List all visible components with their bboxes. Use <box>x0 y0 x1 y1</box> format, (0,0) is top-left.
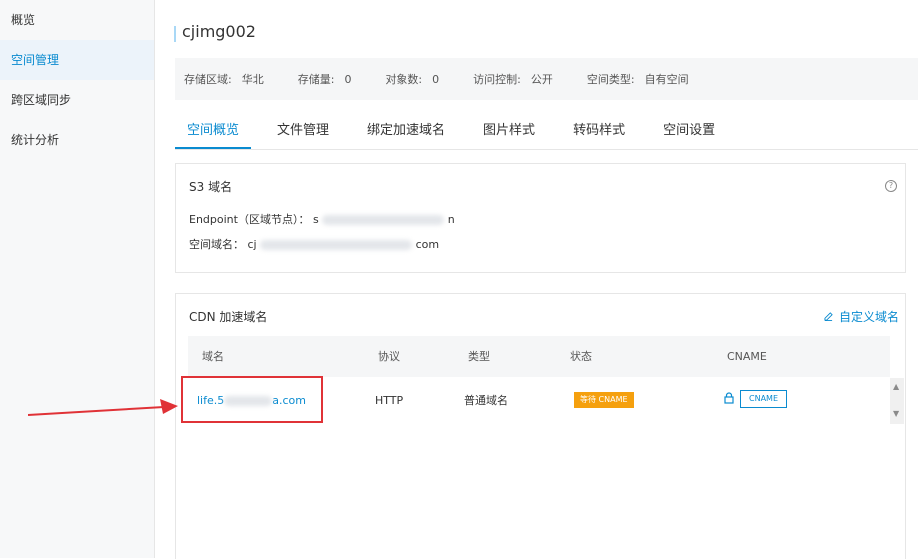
bucket-domain-label: 空间域名： <box>189 238 244 251</box>
cdn-table-header: 域名 协议 类型 状态 CNAME <box>188 336 890 377</box>
info-access-control: 访问控制: 公开 <box>473 73 553 86</box>
tab-bar: 空间概览 文件管理 绑定加速域名 图片样式 转码样式 空间设置 <box>175 113 918 150</box>
sidebar: 概览 空间管理 跨区域同步 统计分析 <box>0 0 155 558</box>
bucket-name: cjimg002 <box>182 22 256 41</box>
scroll-down-icon[interactable]: ▼ <box>893 410 899 418</box>
info-bucket-type: 空间类型: 自有空间 <box>586 73 689 86</box>
tab-bind-domain[interactable]: 绑定加速域名 <box>355 113 457 148</box>
bucket-domain-row: 空间域名： cj com <box>189 236 439 252</box>
title-accent-bar <box>174 26 176 42</box>
endpoint-row: Endpoint（区域节点）： s n <box>189 211 455 227</box>
sidebar-item-bucket-management[interactable]: 空间管理 <box>0 40 154 80</box>
tab-transcode-style[interactable]: 转码样式 <box>561 113 637 148</box>
info-region: 存储区域: 华北 <box>184 73 264 86</box>
s3-domain-panel: S3 域名 ? Endpoint（区域节点）： s n 空间域名： cj com <box>175 163 906 273</box>
endpoint-prefix: s <box>312 213 319 226</box>
endpoint-label: Endpoint（区域节点）： <box>189 213 310 226</box>
lock-icon[interactable] <box>724 392 734 404</box>
tab-overview[interactable]: 空间概览 <box>175 113 252 149</box>
bucket-domain-suffix: com <box>415 238 440 251</box>
info-storage: 存储量: 0 <box>297 73 352 86</box>
s3-panel-title: S3 域名 <box>189 180 233 194</box>
tab-image-style[interactable]: 图片样式 <box>471 113 547 148</box>
info-objects: 对象数: 0 <box>385 73 440 86</box>
column-header-domain: 域名 <box>202 350 224 363</box>
main-content: cjimg002 存储区域: 华北 存储量: 0 对象数: 0 访问控制: 公开 空间类… <box>155 0 920 559</box>
column-header-status: 状态 <box>570 350 592 363</box>
redacted-blur <box>260 240 413 250</box>
cname-button[interactable]: CNAME <box>740 390 787 408</box>
bucket-info-bar: 存储区域: 华北 存储量: 0 对象数: 0 访问控制: 公开 空间类型: 自有空间 <box>175 58 918 100</box>
edit-icon <box>824 312 833 321</box>
annotation-arrow-icon <box>28 399 178 416</box>
help-icon[interactable]: ? <box>885 180 897 192</box>
tab-file-management[interactable]: 文件管理 <box>265 113 341 148</box>
table-scrollbar[interactable]: ▲ ▼ <box>890 378 904 424</box>
cdn-panel-title: CDN 加速域名 <box>189 310 268 324</box>
protocol-cell: HTTP <box>375 394 404 407</box>
endpoint-suffix: n <box>447 213 455 226</box>
sidebar-item-overview[interactable]: 概览 <box>0 0 154 40</box>
redacted-blur <box>322 215 445 225</box>
cdn-domain-panel: CDN 加速域名 自定义域名 域名 协议 类型 状态 CNAME life.5 a… <box>175 293 906 559</box>
tab-bucket-settings[interactable]: 空间设置 <box>651 113 727 148</box>
page-title: cjimg002 <box>174 22 256 42</box>
custom-domain-link[interactable]: 自定义域名 <box>824 308 899 325</box>
column-header-cname: CNAME <box>727 350 767 363</box>
scroll-up-icon[interactable]: ▲ <box>893 383 899 391</box>
bucket-domain-prefix: cj <box>247 238 257 251</box>
custom-domain-label: 自定义域名 <box>838 310 899 324</box>
annotation-highlight-box <box>181 376 323 423</box>
status-badge: 等待 CNAME <box>574 392 634 408</box>
sidebar-item-cross-region-sync[interactable]: 跨区域同步 <box>0 80 154 120</box>
type-cell: 普通域名 <box>464 394 508 407</box>
column-header-protocol: 协议 <box>378 350 400 363</box>
column-header-type: 类型 <box>468 350 490 363</box>
sidebar-item-statistics[interactable]: 统计分析 <box>0 120 154 160</box>
